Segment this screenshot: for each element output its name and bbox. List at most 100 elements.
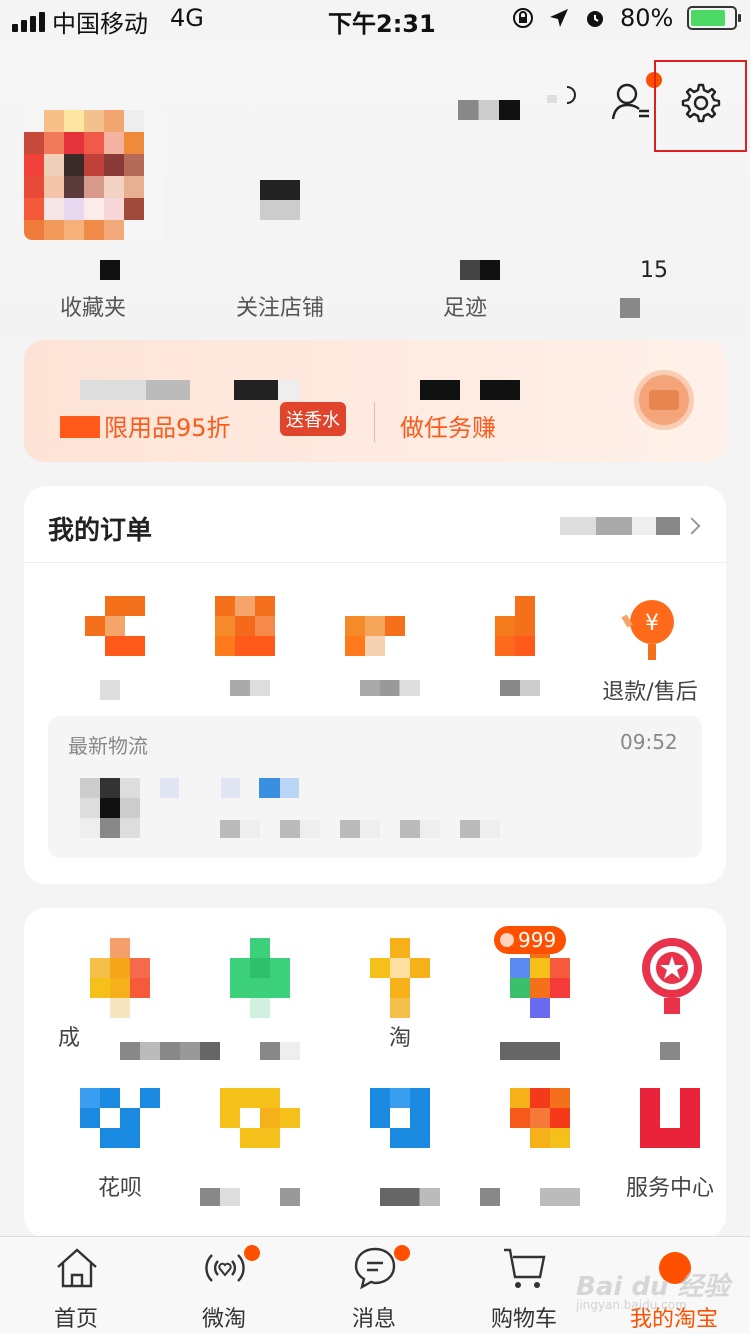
logistics-product-thumbnail [80, 778, 140, 838]
tab-label: 首页 [53, 1307, 98, 1332]
network-type: 4G [170, 4, 204, 32]
tool-icon [90, 938, 150, 1018]
order-label-redacted [230, 680, 270, 696]
order-label-refund: 退款/售后 [602, 680, 698, 705]
stat-footprint[interactable]: 足迹 [390, 290, 540, 322]
vip-title2-redacted [420, 380, 520, 400]
tool-icon [370, 938, 430, 1018]
order-label-redacted [360, 680, 420, 696]
tab-label: 微淘 [201, 1307, 246, 1332]
tool-label-redacted [200, 1188, 300, 1206]
logistics-time: 09:52 [620, 730, 678, 754]
alarm-icon [587, 11, 603, 27]
tool-item[interactable] [190, 1058, 330, 1206]
cart-icon [504, 1248, 546, 1288]
tool-item-service-center[interactable]: 服务中心 [600, 1058, 740, 1201]
avatar[interactable] [24, 110, 164, 240]
rotation-lock-icon [513, 8, 533, 28]
rewards-icon [640, 938, 702, 1014]
tab-cart[interactable]: 购物车 [464, 1245, 584, 1334]
order-label-redacted [100, 680, 120, 700]
tools-card: 成 淘 花呗 服务中心 [24, 908, 726, 1238]
tool-icon [510, 1088, 570, 1148]
vip-coin-icon[interactable] [634, 370, 694, 430]
tool-item[interactable] [600, 908, 740, 1060]
username-redacted [458, 100, 520, 120]
service-center-icon [640, 1088, 700, 1148]
tool-item[interactable]: 成 [50, 908, 200, 1060]
orders-divider [24, 562, 726, 563]
tab-messages[interactable]: 消息 [314, 1245, 434, 1334]
tool-item[interactable]: 淘 [330, 908, 470, 1051]
huabei-icon [80, 1088, 160, 1148]
stat-followed-shops[interactable]: 关注店铺 [205, 290, 355, 322]
vip-card[interactable]: 限用品95折 送香水 做任务赚 [24, 340, 726, 462]
watermark-url: jingyan.baidu.com [576, 1298, 687, 1312]
account-info-redacted [260, 180, 300, 220]
stat-label-redacted [620, 298, 640, 318]
wallet-icon [85, 596, 145, 656]
gear-icon[interactable] [676, 78, 726, 128]
logistics-title: 最新物流 [68, 734, 148, 758]
all-orders-label-redacted [560, 517, 680, 535]
order-refund-aftersale[interactable]: ¥ 退款/售后 [580, 596, 720, 706]
tab-home[interactable]: 首页 [16, 1245, 136, 1334]
status-bar: 中国移动 4G 下午2:31 80% [0, 0, 750, 40]
order-pending-shipment[interactable] [180, 596, 310, 706]
refund-icon: ¥ [620, 596, 680, 660]
battery-icon [687, 6, 742, 30]
order-pending-review[interactable] [440, 596, 570, 706]
order-pending-payment[interactable] [50, 596, 180, 706]
logistics-status-redacted [160, 778, 320, 798]
tab-label: 购物车 [490, 1307, 557, 1332]
vip-promo-text: 限用品95折 [104, 414, 231, 442]
latest-logistics[interactable]: 最新物流 09:52 [48, 716, 702, 858]
vip-gift-badge: 送香水 [280, 402, 346, 436]
order-pending-receipt[interactable] [310, 596, 440, 706]
signal-icon [12, 12, 45, 32]
tab-weitao[interactable]: 微淘 [164, 1245, 284, 1334]
stat-value-redacted [460, 260, 500, 280]
footprint-count: 15 [640, 258, 668, 283]
tool-label-service-center: 服务中心 [625, 1176, 714, 1201]
stat-favorites[interactable]: 收藏夹 [18, 290, 168, 322]
svg-text:¥: ¥ [645, 611, 659, 636]
vip-redacted [60, 416, 100, 438]
tool-icon [220, 1088, 300, 1148]
status-time: 下午2:31 [328, 10, 436, 38]
badge-icon [500, 933, 514, 947]
all-orders-link[interactable] [528, 512, 701, 540]
tab-label: 消息 [351, 1307, 396, 1332]
notification-dot [394, 1245, 410, 1261]
tool-label: 淘 [388, 1026, 411, 1051]
tool-item[interactable] [190, 908, 330, 1060]
truck-icon [215, 596, 275, 656]
carrier-name: 中国移动 [52, 10, 148, 38]
tool-badge-count: 999 [518, 928, 557, 952]
logistics-detail-redacted [220, 820, 520, 838]
notification-dot [244, 1245, 260, 1261]
tool-item[interactable] [330, 1058, 470, 1206]
chevron-right-icon [683, 517, 701, 535]
review-icon [475, 596, 535, 656]
tool-icon [230, 938, 290, 1018]
home-icon [57, 1248, 97, 1288]
orders-title: 我的订单 [48, 516, 153, 546]
stat-value-redacted [100, 260, 120, 280]
tool-label-redacted [380, 1188, 440, 1206]
vip-promo-text2: 做任务赚 [400, 414, 496, 442]
tool-item-huabei[interactable]: 花呗 [50, 1058, 190, 1201]
vip-divider [374, 402, 375, 442]
box-icon [345, 596, 405, 656]
order-label-redacted [500, 680, 540, 696]
message-icon [354, 1247, 396, 1290]
battery-percent: 80% [620, 4, 674, 32]
scan-icon[interactable] [540, 78, 580, 118]
orders-card: 我的订单 ¥ 退款/售后 最新物流 09:52 [24, 486, 726, 884]
weitao-icon [205, 1254, 245, 1282]
stats-row: 15 收藏夹 关注店铺 足迹 [0, 250, 750, 330]
tool-item[interactable] [470, 1058, 610, 1206]
tool-count-badge: 999 [494, 926, 567, 954]
location-icon [550, 9, 568, 27]
vip-title-redacted [80, 380, 300, 400]
